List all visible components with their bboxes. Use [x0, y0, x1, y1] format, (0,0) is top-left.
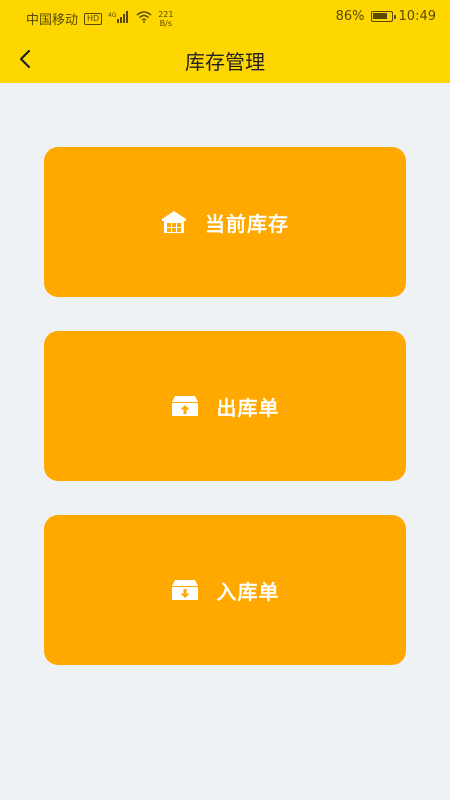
- signal-icon: 4G: [108, 10, 130, 27]
- box-out-icon: [171, 395, 199, 417]
- status-bar: 中国移动 HD 4G 221 B/s 86% 10:49: [0, 0, 450, 34]
- box-in-icon: [171, 579, 199, 601]
- wifi-icon: [136, 10, 152, 27]
- card-label-outbound-order: 出库单: [216, 395, 280, 420]
- status-right: 86% 10:49: [336, 9, 436, 24]
- clock: 10:49: [398, 9, 436, 24]
- network-speed: 221 B/s: [158, 10, 173, 28]
- inbound-order-button[interactable]: 入库单: [44, 515, 406, 665]
- current-inventory-button[interactable]: 当前库存: [44, 147, 406, 297]
- battery-fill: [372, 13, 388, 19]
- carrier-name: 中国移动: [26, 13, 79, 28]
- header-bar: 中国移动 HD 4G 221 B/s 86% 10:49 库存管理: [0, 0, 450, 83]
- speed-unit: B/s: [159, 18, 173, 28]
- network-type: 4G: [108, 12, 117, 19]
- warehouse-icon: [161, 210, 187, 234]
- page-title: 库存管理: [185, 50, 265, 74]
- battery-percent: 86%: [335, 9, 365, 24]
- battery-icon: [370, 11, 396, 22]
- card-label-current-inventory: 当前库存: [205, 211, 289, 236]
- speed-value: 221: [158, 9, 174, 19]
- nav-bar: 库存管理: [0, 34, 450, 83]
- card-label-inbound-order: 入库单: [216, 579, 280, 604]
- hd-badge: HD: [84, 12, 103, 25]
- outbound-order-button[interactable]: 出库单: [44, 331, 406, 481]
- status-left: 中国移动 HD 4G 221 B/s: [26, 9, 173, 29]
